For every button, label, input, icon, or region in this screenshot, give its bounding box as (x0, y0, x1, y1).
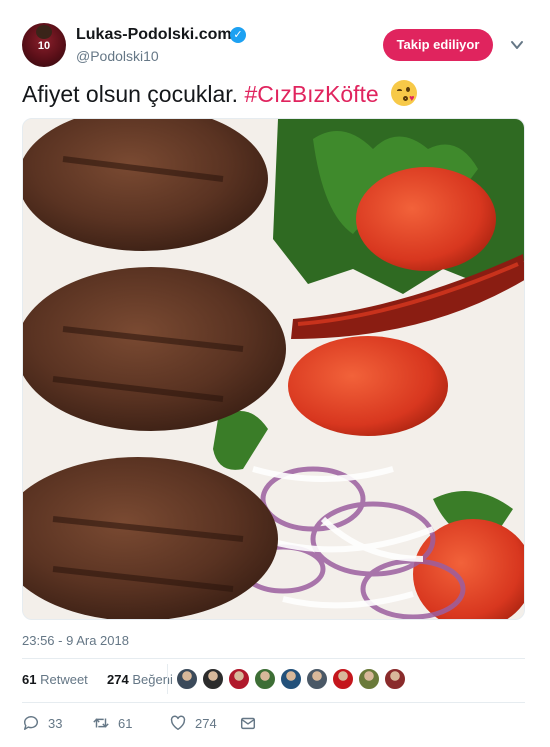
like-button[interactable]: 274 (169, 712, 217, 734)
liker-avatar[interactable] (384, 668, 406, 690)
tweet-timestamp[interactable]: 23:56 - 9 Ara 2018 (22, 633, 129, 648)
hashtag-link[interactable]: #CızBızKöfte (244, 81, 378, 107)
liker-avatar[interactable] (332, 668, 354, 690)
avatar-jersey-number: 10 (37, 40, 51, 52)
follow-button[interactable]: Takip ediliyor (383, 29, 493, 61)
envelope-icon (240, 717, 256, 730)
liker-avatar[interactable] (202, 668, 224, 690)
divider (167, 664, 168, 694)
reply-icon (23, 716, 38, 731)
liker-avatar[interactable] (306, 668, 328, 690)
display-name[interactable]: Lukas-Podolski.com (76, 26, 232, 44)
tweet-header: 10 Lukas-Podolski.com ✓ @Podolski10 Taki… (22, 20, 532, 70)
retweets-count[interactable]: 61 (22, 672, 36, 687)
retweet-count: 61 (118, 715, 133, 731)
retweet-button[interactable]: 61 (92, 712, 132, 734)
tweet-photo[interactable] (22, 118, 525, 620)
divider (22, 658, 525, 659)
liker-avatar[interactable] (280, 668, 302, 690)
tweet-stats: 61 Retweet 274 Beğeni (22, 672, 173, 687)
like-count: 274 (195, 715, 217, 731)
retweet-icon (93, 718, 109, 728)
liker-avatar[interactable] (228, 668, 250, 690)
user-handle[interactable]: @Podolski10 (76, 48, 159, 64)
tweet-text: Afiyet olsun çocuklar. #CızBızKöfte ♥ (22, 80, 418, 108)
verified-badge-icon: ✓ (230, 27, 246, 43)
divider (22, 702, 525, 703)
avatar-head (36, 25, 52, 39)
reply-count: 33 (48, 715, 63, 731)
face-blowing-kiss-icon: ♥ (391, 80, 418, 106)
chevron-down-icon[interactable] (510, 38, 524, 52)
tweet-body: Afiyet olsun çocuklar. (22, 81, 245, 107)
liker-avatar[interactable] (254, 668, 276, 690)
direct-message-button[interactable] (239, 712, 265, 734)
kofte-plate-image (23, 119, 524, 619)
retweets-label[interactable]: Retweet (40, 672, 88, 687)
heart-icon (170, 715, 186, 731)
tweet-actions: 33 61 274 (22, 712, 322, 734)
liker-avatar[interactable] (176, 668, 198, 690)
reply-button[interactable]: 33 (22, 712, 62, 734)
liker-avatar[interactable] (358, 668, 380, 690)
avatar[interactable]: 10 (22, 23, 66, 67)
likes-count[interactable]: 274 (107, 672, 129, 687)
